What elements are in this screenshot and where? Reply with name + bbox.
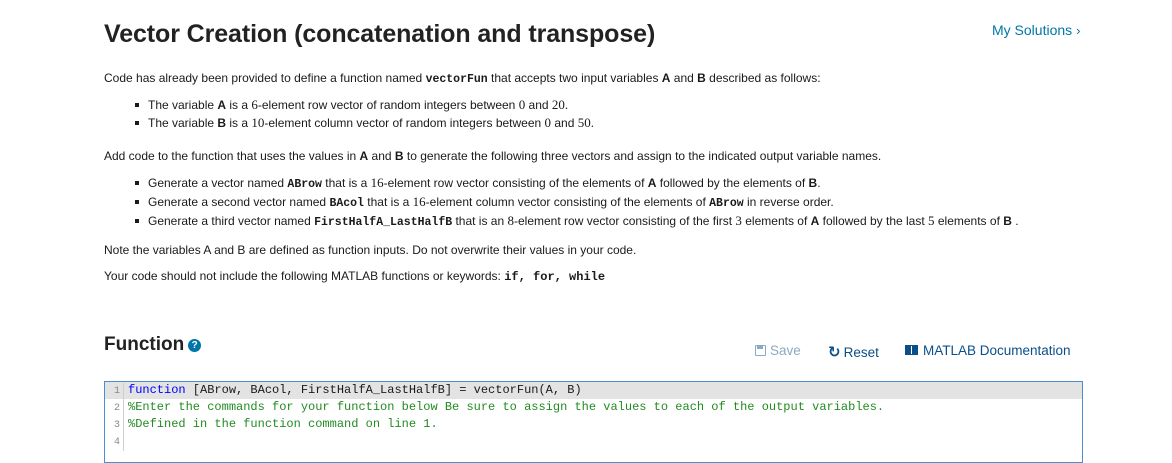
reset-icon: ↻	[828, 344, 841, 361]
code-line[interactable]: 4	[105, 433, 1082, 451]
save-icon	[755, 345, 766, 356]
code-line[interactable]: 3 %Defined in the function command on lin…	[105, 416, 1082, 434]
line-number: 3	[105, 417, 124, 434]
list-item: The variable A is a 6-element row vector…	[135, 96, 594, 114]
my-solutions-link[interactable]: My Solutions ›	[992, 22, 1081, 38]
matlab-documentation-link[interactable]: MATLAB Documentation	[905, 343, 1071, 358]
list-item: The variable B is a 10-element column ve…	[135, 115, 594, 130]
save-button[interactable]: Save	[755, 343, 801, 358]
code-line[interactable]: 1 function [ABrow, BAcol, FirstHalfA_Last…	[105, 382, 1082, 400]
function-heading: Function?	[104, 334, 202, 356]
list-item: Generate a second vector named BAcol tha…	[135, 193, 1019, 212]
line-number: 1	[105, 383, 124, 400]
my-solutions-label: My Solutions	[992, 22, 1073, 38]
help-icon[interactable]: ?	[188, 339, 202, 352]
task-paragraph: Add code to the function that uses the v…	[104, 149, 882, 163]
code-editor[interactable]: 1 function [ABrow, BAcol, FirstHalfA_Last…	[104, 381, 1083, 463]
list-item: Generate a vector named ABrow that is a …	[135, 174, 1019, 193]
line-number: 4	[105, 434, 124, 451]
forbidden-keywords: if, for, while	[504, 270, 606, 284]
reset-button[interactable]: ↻ Reset	[828, 343, 879, 361]
book-icon	[905, 345, 918, 355]
intro-paragraph: Code has already been provided to define…	[104, 71, 821, 86]
code-line[interactable]: 2 %Enter the commands for your function b…	[105, 399, 1082, 417]
list-item: Generate a third vector named FirstHalfA…	[135, 213, 1019, 229]
line-number: 2	[105, 400, 124, 417]
page-title: Vector Creation (concatenation and trans…	[104, 20, 656, 48]
note-paragraph: Note the variables A and B are defined a…	[104, 243, 637, 257]
function-name: vectorFun	[425, 73, 488, 86]
restriction-paragraph: Your code should not include the followi…	[104, 269, 606, 284]
chevron-right-icon: ›	[1076, 23, 1081, 38]
input-variable-list: The variable A is a 6-element row vector…	[104, 96, 594, 132]
output-vector-list: Generate a vector named ABrow that is a …	[104, 174, 1019, 231]
